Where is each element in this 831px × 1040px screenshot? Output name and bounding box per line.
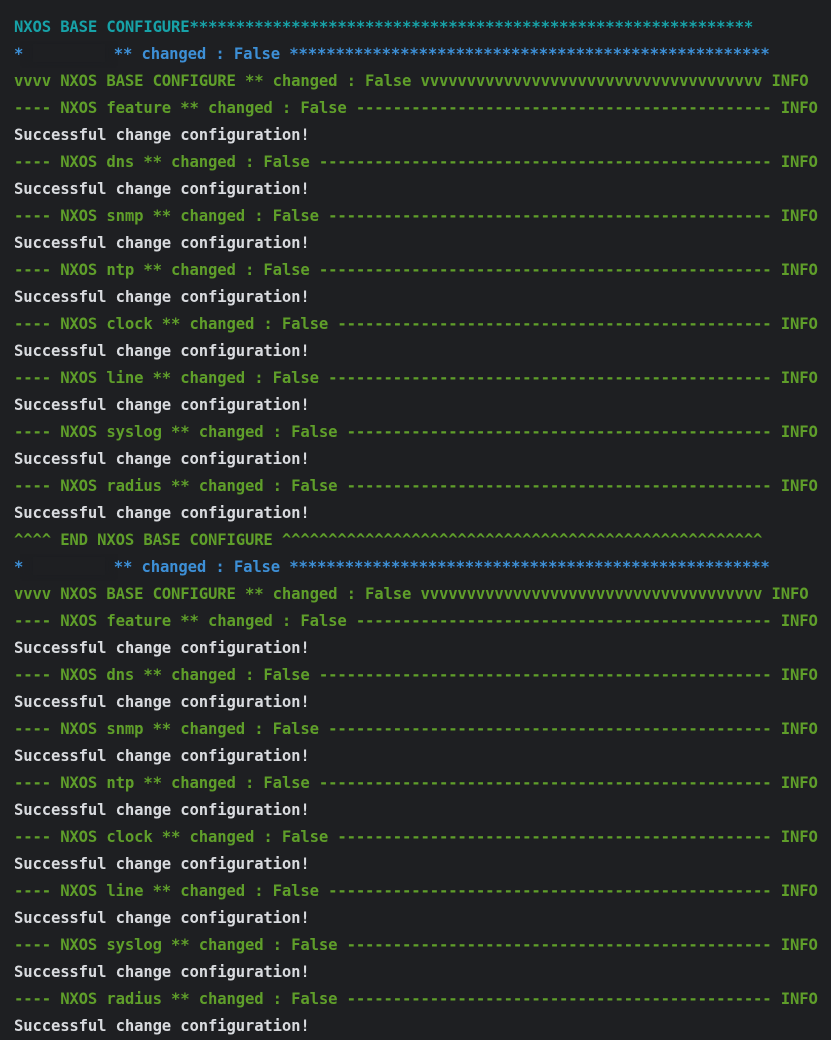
host-status: ** changed : False *********************… xyxy=(113,558,770,576)
subtask-message: Successful change configuration! xyxy=(14,855,310,873)
subtask-header: ---- NXOS snmp ** changed : False ------… xyxy=(14,207,818,225)
subtask-message: Successful change configuration! xyxy=(14,126,310,144)
host-star: * xyxy=(14,558,24,576)
subtask-header: ---- NXOS line ** changed : False ------… xyxy=(14,369,818,387)
host-header: * ** changed : False *******************… xyxy=(14,41,831,68)
redacted-hostname xyxy=(32,557,105,575)
subtask-header: ---- NXOS dns ** changed : False -------… xyxy=(14,666,818,684)
subtask-message: Successful change configuration! xyxy=(14,639,310,657)
terminal-log: NXOS BASE CONFIGURE*********************… xyxy=(14,14,831,1040)
redacted-hostname xyxy=(32,44,105,62)
subtask-message: Successful change configuration! xyxy=(14,693,310,711)
task-end-line: ^^^^ END NXOS BASE CONFIGURE ^^^^^^^^^^^… xyxy=(14,531,763,549)
subtask-message: Successful change configuration! xyxy=(14,234,310,252)
subtask-header: ---- NXOS line ** changed : False ------… xyxy=(14,882,818,900)
subtask-header: ---- NXOS ntp ** changed : False -------… xyxy=(14,774,818,792)
subtask-header: ---- NXOS dns ** changed : False -------… xyxy=(14,153,818,171)
subtask-message: Successful change configuration! xyxy=(14,801,310,819)
subtask-message: Successful change configuration! xyxy=(14,450,310,468)
subtask-header: ---- NXOS syslog ** changed : False ----… xyxy=(14,936,818,954)
subtask-header: ---- NXOS clock ** changed : False -----… xyxy=(14,828,818,846)
subtask-message: Successful change configuration! xyxy=(14,963,310,981)
subtask-header: ---- NXOS feature ** changed : False ---… xyxy=(14,99,818,117)
subtask-header: ---- NXOS ntp ** changed : False -------… xyxy=(14,261,818,279)
subtask-message: Successful change configuration! xyxy=(14,909,310,927)
subtask-message: Successful change configuration! xyxy=(14,747,310,765)
subtask-header: ---- NXOS clock ** changed : False -----… xyxy=(14,315,818,333)
subtask-message: Successful change configuration! xyxy=(14,504,310,522)
subtask-message: Successful change configuration! xyxy=(14,288,310,306)
subtask-message: Successful change configuration! xyxy=(14,396,310,414)
subtask-header: ---- NXOS radius ** changed : False ----… xyxy=(14,477,818,495)
subtask-header: ---- NXOS syslog ** changed : False ----… xyxy=(14,423,818,441)
subtask-message: Successful change configuration! xyxy=(14,180,310,198)
host-status: ** changed : False *********************… xyxy=(113,45,770,63)
subtask-header: ---- NXOS radius ** changed : False ----… xyxy=(14,990,818,1008)
terminal-output-panel[interactable]: NXOS BASE CONFIGURE*********************… xyxy=(0,0,831,1039)
play-header: NXOS BASE CONFIGURE*********************… xyxy=(14,18,754,36)
subtask-header: ---- NXOS feature ** changed : False ---… xyxy=(14,612,818,630)
subtask-header: ---- NXOS snmp ** changed : False ------… xyxy=(14,720,818,738)
task-start-line: vvvv NXOS BASE CONFIGURE ** changed : Fa… xyxy=(14,72,809,90)
host-header: * ** changed : False *******************… xyxy=(14,554,831,581)
subtask-message: Successful change configuration! xyxy=(14,1017,310,1035)
host-star: * xyxy=(14,45,24,63)
task-start-line: vvvv NXOS BASE CONFIGURE ** changed : Fa… xyxy=(14,585,809,603)
subtask-message: Successful change configuration! xyxy=(14,342,310,360)
